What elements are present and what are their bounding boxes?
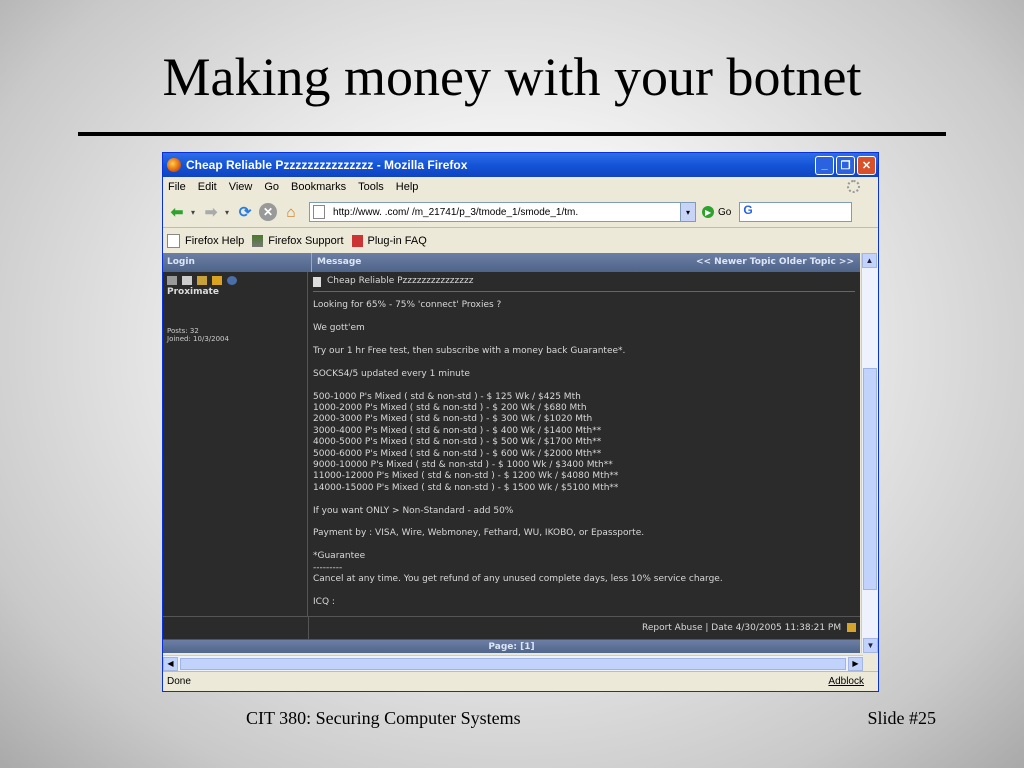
slide-footer-course: CIT 380: Securing Computer Systems (246, 708, 521, 728)
throbber-icon (847, 180, 860, 193)
url-dropdown-icon[interactable]: ▾ (680, 202, 697, 222)
horizontal-scroll-thumb[interactable] (180, 657, 846, 670)
post-line: If you want ONLY > Non-Standard - add 50… (313, 505, 514, 516)
forward-icon[interactable]: ➡ (201, 202, 221, 222)
support-icon (252, 235, 264, 247)
post-date: Date 4/30/2005 11:38:21 PM (711, 623, 842, 633)
post-footer: Report Abuse | Date 4/30/2005 11:38:21 P… (163, 617, 860, 640)
navigation-toolbar: ⬅ ▾ ➡ ▾ ⟳ ✕ ⌂ http://www. .com/ /m_21741… (163, 197, 878, 227)
bookmark-firefox-support[interactable]: Firefox Support (252, 235, 344, 247)
go-label: Go (718, 206, 732, 218)
login-column-header[interactable]: Login (163, 253, 312, 272)
search-engine-icon: G (743, 203, 753, 217)
menu-bar: File Edit View Go Bookmarks Tools Help (163, 177, 878, 197)
stop-icon[interactable]: ✕ (259, 203, 278, 221)
menu-edit[interactable]: Edit (198, 181, 217, 193)
email-icon[interactable] (182, 276, 192, 285)
post-count: Posts: 32 (167, 327, 199, 335)
globe-icon[interactable] (227, 276, 237, 285)
plugin-icon (351, 235, 363, 247)
post-line: We gott'em (313, 323, 365, 334)
maximize-button[interactable]: ❐ (836, 155, 855, 175)
go-button[interactable]: ▶ Go (702, 206, 731, 218)
home-icon[interactable]: ⌂ (281, 202, 301, 222)
pager[interactable]: Page: [1] (163, 640, 860, 653)
scroll-up-icon[interactable]: ▲ (862, 253, 877, 268)
key-icon[interactable] (197, 276, 207, 285)
page-icon (313, 205, 326, 219)
forum-header: Login Message << Newer Topic Older Topic… (163, 253, 860, 272)
bookmark-label: Plug-in FAQ (367, 235, 427, 247)
scroll-left-icon[interactable]: ◀ (163, 656, 178, 671)
post-line: Payment by : VISA, Wire, Webmoney, Fetha… (313, 528, 645, 539)
menu-file[interactable]: File (168, 181, 186, 193)
url-text: http://www. .com/ /m_21741/p_3/tmode_1/s… (333, 206, 579, 218)
post-subject: Cheap Reliable Pzzzzzzzzzzzzzzz (313, 276, 855, 293)
join-date: Joined: 10/3/2004 (167, 335, 229, 343)
window-title: Cheap Reliable Pzzzzzzzzzzzzzzz - Mozill… (186, 158, 468, 172)
adblock-link[interactable]: Adblock (828, 676, 874, 687)
close-button[interactable]: ✕ (857, 155, 876, 175)
bookmark-label: Firefox Support (268, 235, 344, 247)
user-panel: Proximate Posts: 32 Joined: 10/3/2004 (163, 272, 308, 616)
scroll-down-icon[interactable]: ▼ (863, 638, 878, 653)
bus-icon[interactable] (212, 276, 222, 285)
menu-view[interactable]: View (229, 181, 253, 193)
post-footer-spacer (163, 617, 309, 639)
page-icon (167, 234, 180, 248)
forum-post: Proximate Posts: 32 Joined: 10/3/2004 Ch… (163, 272, 860, 617)
post-body: Cheap Reliable Pzzzzzzzzzzzzzzz Looking … (308, 272, 860, 616)
message-column-header: Message << Newer Topic Older Topic >> (312, 253, 860, 272)
post-line: ICQ : (313, 596, 335, 607)
bookmark-plugin-faq[interactable]: Plug-in FAQ (351, 235, 427, 247)
menu-bookmarks[interactable]: Bookmarks (291, 181, 346, 193)
page-content: Login Message << Newer Topic Older Topic… (163, 253, 860, 653)
scroll-to-top-icon[interactable] (847, 623, 856, 632)
horizontal-scrollbar[interactable]: ◀ ▶ (163, 655, 863, 671)
slide-title: Making money with your botnet (162, 47, 862, 107)
go-arrow-icon: ▶ (702, 206, 715, 218)
minimize-button[interactable]: _ (815, 155, 834, 175)
forward-dropdown-icon[interactable]: ▾ (225, 208, 229, 217)
vertical-scroll-thumb[interactable] (863, 368, 877, 590)
post-line: SOCKS4/5 updated every 1 minute (313, 368, 470, 379)
topic-navigation-links[interactable]: << Newer Topic Older Topic >> (696, 253, 860, 272)
user-action-icons (167, 276, 303, 285)
vertical-scrollbar[interactable]: ▲ ▼ (861, 253, 878, 653)
back-icon[interactable]: ⬅ (167, 202, 187, 222)
bookmark-firefox-help[interactable]: Firefox Help (167, 234, 244, 248)
firefox-icon (167, 158, 181, 172)
message-header-label: Message (317, 257, 362, 267)
slide-number: Slide #25 (867, 708, 936, 728)
title-divider (78, 132, 946, 136)
menu-tools[interactable]: Tools (358, 181, 384, 193)
post-line: Try our 1 hr Free test, then subscribe w… (313, 346, 626, 356)
bookmark-label: Firefox Help (185, 235, 245, 247)
browser-window: Cheap Reliable Pzzzzzzzzzzzzzzz - Mozill… (162, 152, 879, 692)
document-icon (313, 276, 321, 287)
report-abuse-link[interactable]: Report Abuse (642, 623, 703, 633)
bookmarks-toolbar: Firefox Help Firefox Support Plug-in FAQ (163, 227, 878, 254)
status-text: Done (167, 676, 191, 687)
guarantee-text: *Guarantee --------- Cancel at any time.… (313, 551, 723, 585)
search-field[interactable]: G (739, 202, 853, 222)
profile-icon[interactable] (167, 276, 177, 285)
status-bar: Done Adblock (163, 671, 878, 691)
url-field[interactable]: http://www. .com/ /m_21741/p_3/tmode_1/s… (309, 202, 682, 222)
post-meta: Report Abuse | Date 4/30/2005 11:38:21 P… (309, 617, 860, 639)
username[interactable]: Proximate (167, 287, 303, 297)
back-dropdown-icon[interactable]: ▾ (191, 208, 195, 217)
menu-go[interactable]: Go (264, 181, 279, 193)
window-titlebar: Cheap Reliable Pzzzzzzzzzzzzzzz - Mozill… (163, 153, 878, 177)
menu-help[interactable]: Help (396, 181, 419, 193)
price-list: 500-1000 P's Mixed ( std & non-std ) - $… (313, 391, 619, 493)
subject-text: Cheap Reliable Pzzzzzzzzzzzzzzz (327, 276, 474, 286)
post-line: Looking for 65% - 75% 'connect' Proxies … (313, 300, 502, 311)
reload-icon[interactable]: ⟳ (235, 202, 255, 222)
scroll-right-icon[interactable]: ▶ (848, 656, 863, 671)
